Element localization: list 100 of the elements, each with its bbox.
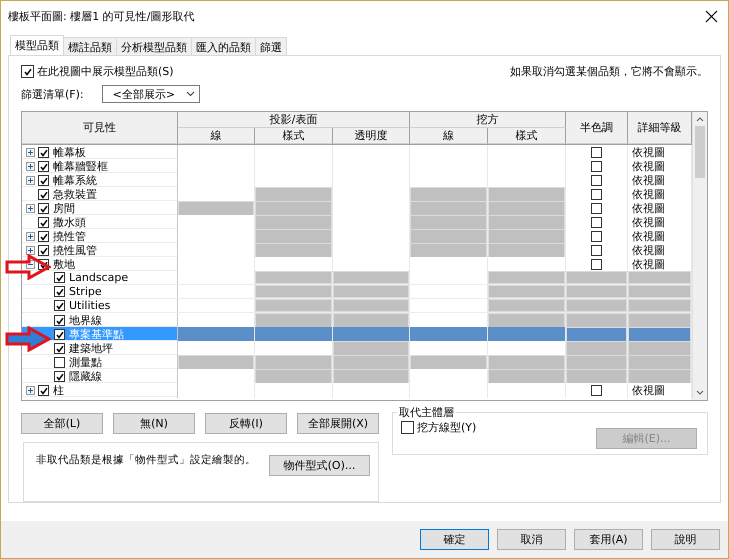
visibility-checkbox[interactable] (38, 385, 49, 396)
table-cell (566, 355, 628, 370)
column-header: 挖方 (410, 112, 566, 128)
expand-icon[interactable] (26, 246, 35, 255)
detail-level-cell[interactable]: 依視圖 (628, 159, 692, 174)
column-header: 線 (178, 128, 255, 144)
category-name[interactable]: 撒水頭 (52, 215, 87, 230)
filter-dropdown[interactable]: <全部展示> (102, 85, 200, 103)
visibility-checkbox[interactable] (38, 189, 49, 200)
halftone-checkbox[interactable] (591, 203, 602, 214)
detail-level-cell[interactable]: 依視圖 (628, 257, 692, 272)
expand-icon[interactable] (26, 204, 35, 213)
column-header: 線 (410, 128, 488, 144)
filter-label: 篩選清單(F): (21, 86, 84, 102)
expand-icon[interactable] (26, 162, 35, 171)
detail-level-cell[interactable]: 依視圖 (628, 201, 692, 216)
tab[interactable]: 標註品類 (63, 37, 117, 55)
detail-level-cell[interactable]: 依視圖 (628, 383, 692, 398)
table-action-button[interactable]: 反轉(I) (205, 413, 287, 434)
scrollbar-thumb[interactable] (695, 126, 705, 178)
visibility-checkbox[interactable] (54, 300, 65, 311)
expand-icon[interactable] (26, 386, 35, 395)
table-cell (628, 355, 692, 370)
dialog-button[interactable]: 套用(A) (574, 529, 643, 550)
visibility-checkbox[interactable] (38, 161, 49, 172)
visibility-checkbox[interactable] (54, 286, 65, 297)
category-name[interactable]: 帷幕板 (52, 145, 87, 160)
detail-level-cell[interactable]: 依視圖 (628, 243, 692, 258)
visibility-checkbox[interactable] (54, 343, 65, 354)
group-title: 取代主體層 (398, 405, 455, 420)
info-text: 非取代品類是根據「物件型式」設定繪製的。 (36, 453, 256, 467)
halftone-checkbox[interactable] (591, 259, 602, 270)
visibility-checkbox[interactable] (54, 371, 65, 382)
tab[interactable]: 模型品類 (10, 35, 64, 55)
category-name[interactable]: 撓性管 (52, 229, 87, 244)
table-action-button[interactable]: 全部展開(X) (297, 413, 379, 434)
table-action-button[interactable]: 全部(L) (21, 413, 103, 434)
detail-level-cell[interactable]: 依視圖 (628, 215, 692, 230)
table-cell (566, 327, 628, 342)
tab[interactable]: 匯入的品類 (191, 37, 256, 55)
tab[interactable]: 篩選 (255, 37, 287, 55)
category-name[interactable]: Utilities (68, 299, 112, 312)
halftone-checkbox[interactable] (591, 245, 602, 256)
category-name[interactable]: 柱 (52, 383, 65, 398)
halftone-checkbox[interactable] (591, 189, 602, 200)
halftone-checkbox[interactable] (591, 175, 602, 186)
expand-icon[interactable] (26, 232, 35, 241)
halftone-checkbox[interactable] (591, 385, 602, 396)
category-name[interactable]: 敷地 (52, 257, 76, 272)
scrollbar[interactable] (692, 112, 707, 400)
halftone-checkbox[interactable] (591, 161, 602, 172)
expand-icon[interactable] (26, 176, 35, 185)
halftone-checkbox[interactable] (591, 217, 602, 228)
object-styles-button[interactable]: 物件型式(O)... (269, 455, 370, 476)
tab[interactable]: 分析模型品類 (116, 37, 192, 55)
halftone-checkbox[interactable] (591, 147, 602, 158)
pointer-arrow (5, 326, 51, 352)
category-name[interactable]: 地界線 (68, 313, 103, 328)
expand-icon[interactable] (26, 148, 35, 157)
dialog-button[interactable]: 說明 (651, 529, 720, 550)
halftone-checkbox[interactable] (591, 231, 602, 242)
visibility-checkbox[interactable] (38, 217, 49, 228)
category-name[interactable]: 房間 (52, 201, 76, 216)
visibility-checkbox[interactable] (38, 147, 49, 158)
category-name[interactable]: 帷幕牆豎框 (52, 159, 109, 174)
category-name[interactable]: 隱藏線 (68, 369, 103, 384)
category-name[interactable]: Stripe (68, 285, 103, 298)
detail-level-cell[interactable]: 依視圖 (628, 145, 692, 160)
visibility-checkbox[interactable] (38, 231, 49, 242)
category-name[interactable]: 帷幕系統 (52, 173, 98, 188)
column-header: 半色調 (566, 112, 628, 144)
column-header: 投影/表面 (178, 112, 410, 128)
checkbox[interactable] (401, 421, 414, 434)
table-cell (628, 327, 692, 342)
visibility-checkbox[interactable] (38, 203, 49, 214)
category-name[interactable]: 急救裝置 (52, 187, 98, 202)
visibility-checkbox[interactable] (38, 245, 49, 256)
detail-level-cell[interactable]: 依視圖 (628, 173, 692, 188)
dialog-button[interactable]: 取消 (497, 529, 566, 550)
visibility-checkbox[interactable] (54, 315, 65, 326)
category-name[interactable]: Landscape (68, 271, 130, 284)
category-name[interactable]: 建築地坪 (68, 341, 114, 356)
column-header: 樣式 (488, 128, 566, 144)
category-name[interactable]: 測量點 (68, 355, 103, 370)
visibility-checkbox[interactable] (54, 357, 65, 368)
dialog-button[interactable]: 確定 (420, 529, 489, 550)
visibility-checkbox[interactable] (54, 272, 65, 283)
checkbox[interactable] (21, 65, 34, 78)
chevron-up-icon (696, 117, 704, 122)
category-name[interactable]: 撓性風管 (52, 243, 98, 258)
chevron-down-icon (696, 390, 704, 395)
column-header: 透明度 (333, 128, 410, 144)
detail-level-cell[interactable]: 依視圖 (628, 187, 692, 202)
table-cell (628, 369, 692, 384)
visibility-checkbox[interactable] (54, 329, 65, 340)
hint-text: 如果取消勾選某個品類，它將不會顯示。 (510, 64, 708, 79)
column-header: 樣式 (255, 128, 333, 144)
table-action-button[interactable]: 無(N) (113, 413, 195, 434)
visibility-checkbox[interactable] (38, 175, 49, 186)
detail-level-cell[interactable]: 依視圖 (628, 229, 692, 244)
